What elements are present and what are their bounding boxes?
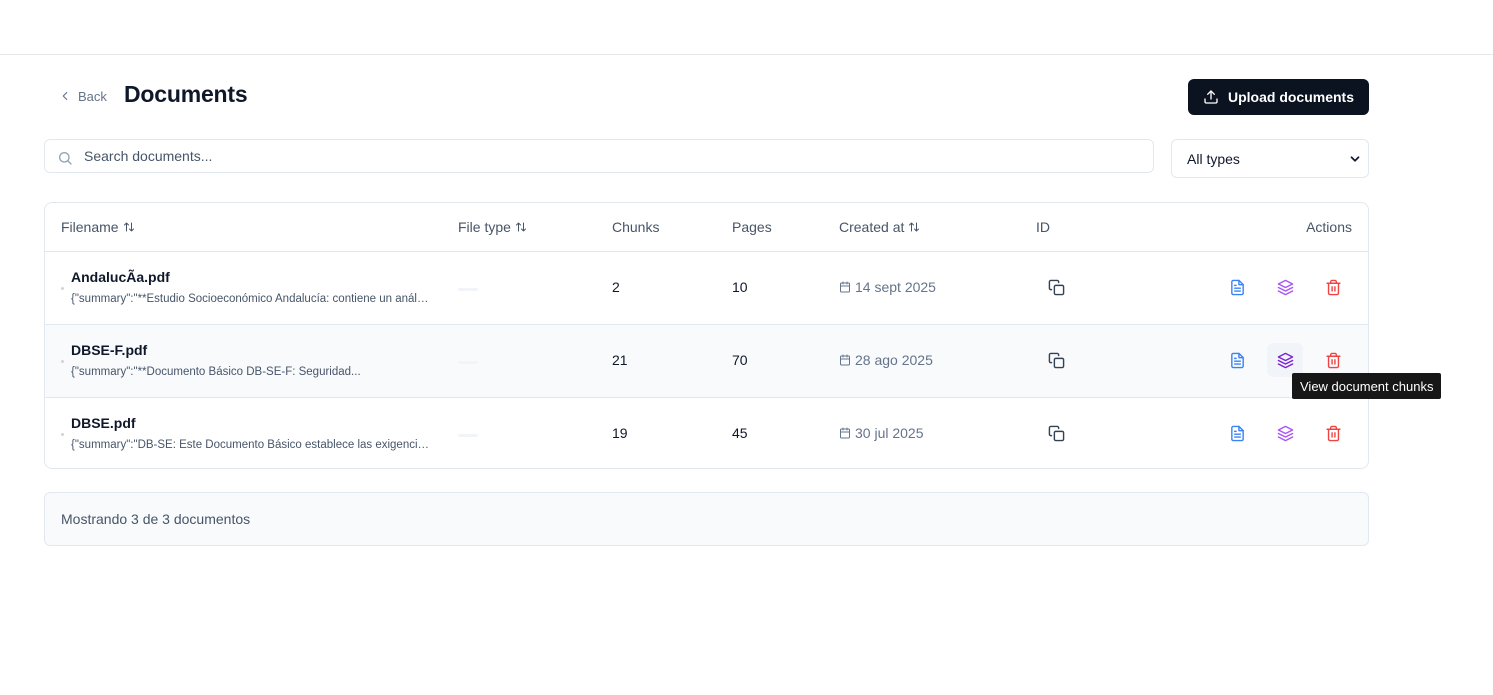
documents-table: Filename File type Chunks Pages Created … <box>44 202 1369 469</box>
calendar-icon <box>840 281 850 293</box>
document-summary: {"summary":"**Estudio Socioeconómico And… <box>71 293 431 305</box>
view-document-button[interactable] <box>1219 270 1255 304</box>
copy-icon <box>1048 425 1064 441</box>
arrow-up-down-icon <box>909 222 920 232</box>
column-header-pages: Pages <box>732 219 772 235</box>
chevron-left-icon <box>62 91 68 101</box>
created-at: 28 ago 2025 <box>839 352 933 368</box>
calendar-icon <box>840 427 850 439</box>
view-chunks-tooltip: View document chunks <box>1292 373 1442 399</box>
view-document-button[interactable] <box>1219 343 1255 377</box>
page-title: Documents <box>124 81 248 107</box>
back-button[interactable]: Back <box>58 86 107 106</box>
table-row: DBSE.pdf {"summary":"DB-SE: Este Documen… <box>45 398 1368 468</box>
layers-icon <box>1277 425 1293 441</box>
status-dot <box>61 360 64 363</box>
filename: AndalucÃa.pdf <box>71 269 170 285</box>
pages-count: 45 <box>732 425 748 441</box>
file-type-placeholder <box>458 361 478 364</box>
filename: DBSE-F.pdf <box>71 342 148 358</box>
created-at-date: 28 ago 2025 <box>855 352 933 368</box>
view-document-button[interactable] <box>1219 416 1255 450</box>
documents-count-text: Mostrando 3 de 3 documentos <box>61 511 251 527</box>
chunks-count: 19 <box>612 425 628 441</box>
column-header-id: ID <box>1036 219 1050 235</box>
created-at-date: 30 jul 2025 <box>855 425 924 441</box>
table-header: Filename File type Chunks Pages Created … <box>45 203 1368 252</box>
search-input[interactable] <box>45 140 1153 172</box>
status-dot <box>61 287 64 290</box>
column-header-chunks: Chunks <box>612 219 659 235</box>
file-type-placeholder <box>458 434 478 437</box>
arrow-up-down-icon <box>515 222 526 232</box>
file-type-select[interactable]: All types <box>1171 139 1369 178</box>
pagination-summary: Mostrando 3 de 3 documentos <box>44 492 1369 546</box>
table-row: AndalucÃa.pdf {"summary":"**Estudio Soci… <box>45 252 1368 325</box>
pages-count: 10 <box>732 279 748 295</box>
trash-icon <box>1325 425 1341 441</box>
search-icon <box>58 152 72 165</box>
column-label: Created at <box>839 219 905 235</box>
column-label: Chunks <box>612 219 660 235</box>
status-dot <box>61 433 64 436</box>
file-text-icon <box>1230 279 1244 295</box>
column-label: Filename <box>61 219 119 235</box>
filename: DBSE.pdf <box>71 415 136 431</box>
column-label: Pages <box>732 219 772 235</box>
table-row: DBSE-F.pdf {"summary":"**Documento Básic… <box>45 325 1368 398</box>
chunks-count: 2 <box>612 279 620 295</box>
copy-icon <box>1048 279 1064 295</box>
column-header-file-type[interactable]: File type <box>458 219 527 235</box>
top-bar <box>0 0 1493 55</box>
document-summary: {"summary":"**Documento Básico DB-SE-F: … <box>71 366 361 378</box>
layers-icon <box>1277 279 1293 295</box>
view-chunks-button[interactable] <box>1267 270 1303 304</box>
delete-document-button[interactable] <box>1315 416 1351 450</box>
file-type-placeholder <box>458 288 478 291</box>
delete-document-button[interactable] <box>1315 270 1351 304</box>
calendar-icon <box>840 354 850 366</box>
column-label: File type <box>458 219 511 235</box>
column-header-filename[interactable]: Filename <box>61 219 135 235</box>
upload-documents-button[interactable]: Upload documents <box>1188 79 1369 115</box>
layers-icon <box>1277 352 1293 368</box>
copy-id-button[interactable] <box>1038 270 1074 304</box>
file-text-icon <box>1230 425 1244 441</box>
created-at: 14 sept 2025 <box>839 279 936 295</box>
copy-icon <box>1048 352 1064 368</box>
document-summary: {"summary":"DB-SE: Este Documento Básico… <box>71 439 431 451</box>
pages-count: 70 <box>732 352 748 368</box>
file-text-icon <box>1230 352 1244 368</box>
chunks-count: 21 <box>612 352 628 368</box>
chevron-down-icon <box>1350 155 1360 162</box>
trash-icon <box>1325 352 1341 368</box>
copy-id-button[interactable] <box>1038 416 1074 450</box>
column-label: ID <box>1036 219 1050 235</box>
view-chunks-button[interactable] <box>1267 416 1303 450</box>
arrow-up-down-icon <box>123 222 134 232</box>
copy-id-button[interactable] <box>1038 343 1074 377</box>
search-box <box>44 139 1154 173</box>
back-label: Back <box>78 88 107 104</box>
created-at-date: 14 sept 2025 <box>855 279 936 295</box>
column-header-created-at[interactable]: Created at <box>839 219 920 235</box>
upload-label: Upload documents <box>1227 89 1354 105</box>
column-header-actions: Actions <box>1306 219 1352 235</box>
upload-icon <box>1204 90 1218 104</box>
file-type-select-value: All types <box>1187 150 1240 167</box>
created-at: 30 jul 2025 <box>839 425 924 441</box>
column-label: Actions <box>1306 219 1352 235</box>
trash-icon <box>1325 279 1341 295</box>
delete-document-button[interactable] <box>1315 343 1351 377</box>
view-chunks-button[interactable] <box>1267 343 1303 377</box>
